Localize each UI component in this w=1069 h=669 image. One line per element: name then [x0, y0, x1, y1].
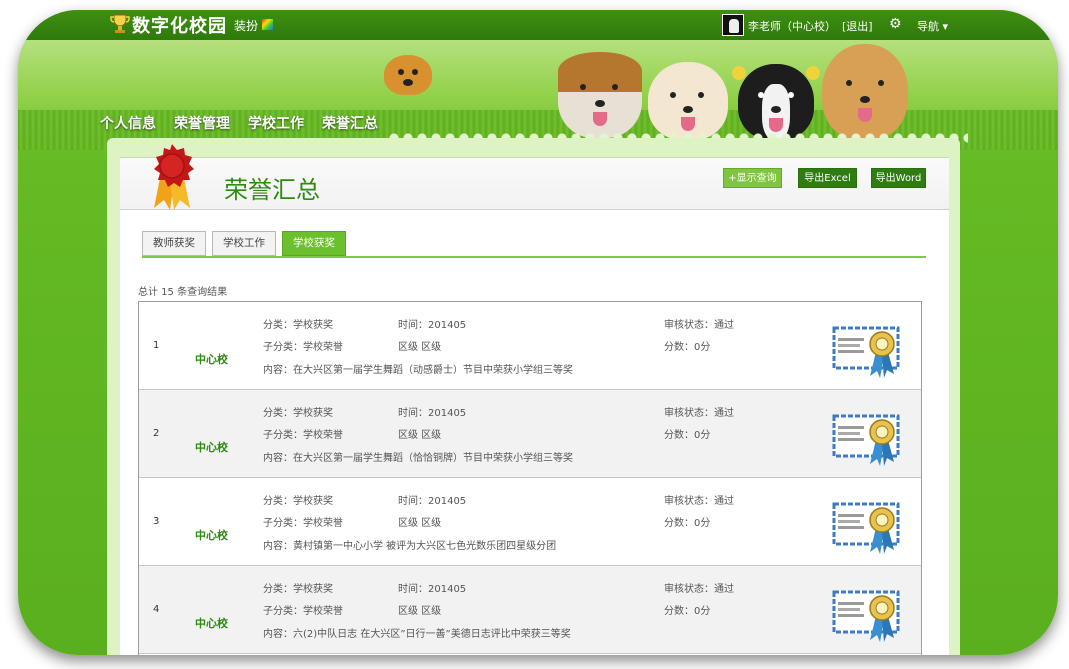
export-excel-button[interactable]: 导出Excel: [798, 168, 857, 188]
content-panel: 荣誉汇总 +显示查询 导出Excel 导出Word 教师获奖 学校工作 学校获奖…: [107, 138, 960, 655]
content-inner: 荣誉汇总 +显示查询 导出Excel 导出Word 教师获奖 学校工作 学校获奖…: [120, 144, 949, 655]
dog-image: [648, 62, 728, 140]
nav-personal-info[interactable]: 个人信息: [100, 113, 156, 133]
top-bar: 数字化校园 装扮 李老师（中心校） [退出] ⚙ 导航 ▾: [18, 10, 1058, 40]
records-list: 1 中心校 分类：学校获奖 时间：201405 审核状态：通过 子分类：学校荣誉…: [138, 301, 922, 655]
record-time: 时间：201405: [398, 408, 467, 419]
record-row: 2 中心校 分类：学校获奖 时间：201405 审核状态：通过 子分类：学校荣誉…: [139, 390, 921, 478]
record-school[interactable]: 中心校: [195, 439, 228, 455]
skin-link[interactable]: 装扮: [234, 17, 258, 34]
main-nav: 个人信息 荣誉管理 学校工作 荣誉汇总: [100, 113, 378, 133]
tab-school-awards[interactable]: 学校获奖: [282, 231, 346, 256]
record-number: 1: [153, 340, 160, 351]
record-status: 审核状态：通过: [664, 320, 734, 331]
certificate-icon[interactable]: [832, 498, 900, 554]
category-tabs: 教师获奖 学校工作 学校获奖: [142, 231, 346, 256]
record-time: 时间：201405: [398, 496, 467, 507]
record-school[interactable]: 中心校: [195, 615, 228, 631]
record-content: 内容：在大兴区第一届学生舞蹈（恰恰铜牌）节目中荣获小学组三等奖: [263, 453, 573, 464]
record-content: 内容：黄村镇第一中心小学 被评为大兴区七色光数乐团四星级分团: [263, 541, 557, 552]
trophy-logo-icon: [110, 14, 130, 33]
page-header: 荣誉汇总 +显示查询 导出Excel 导出Word: [120, 144, 949, 210]
record-content: 内容：六(2)中队日志 在大兴区”日行一善”美德日志评比中荣获三等奖: [263, 629, 571, 640]
record-school[interactable]: 中心校: [195, 527, 228, 543]
record-subcategory: 子分类：学校荣誉: [263, 606, 343, 617]
record-score: 分数：0分: [664, 430, 711, 441]
nav-honor-management[interactable]: 荣誉管理: [174, 113, 230, 133]
record-subcategory: 子分类：学校荣誉: [263, 342, 343, 353]
result-count: 总计 15 条查询结果: [138, 287, 228, 298]
dog-image: [558, 52, 642, 138]
app-frame: 数字化校园 装扮 李老师（中心校） [退出] ⚙ 导航 ▾ 个人信息 荣誉管理 …: [18, 10, 1058, 655]
record-score: 分数：0分: [664, 342, 711, 353]
gear-icon[interactable]: ⚙: [889, 16, 902, 32]
record-content: 内容：在大兴区第一届学生舞蹈（动感爵士）节目中荣获小学组三等奖: [263, 365, 573, 376]
record-subcategory: 子分类：学校荣誉: [263, 518, 343, 529]
record-number: 3: [153, 516, 160, 527]
nav-menu-dropdown[interactable]: 导航 ▾: [917, 18, 948, 34]
record-status: 审核状态：通过: [664, 408, 734, 419]
show-query-button[interactable]: +显示查询: [723, 168, 782, 188]
nav-school-work[interactable]: 学校工作: [248, 113, 304, 133]
app-logo-text[interactable]: 数字化校园: [132, 12, 227, 38]
record-score: 分数：0分: [664, 606, 711, 617]
logout-link[interactable]: [退出]: [842, 18, 873, 34]
record-category: 分类：学校获奖: [263, 496, 333, 507]
medal-icon: [154, 144, 194, 210]
avatar[interactable]: [722, 14, 744, 36]
dog-image: [732, 64, 820, 140]
record-status: 审核状态：通过: [664, 496, 734, 507]
record-score: 分数：0分: [664, 518, 711, 529]
certificate-icon[interactable]: [832, 322, 900, 378]
record-status: 审核状态：通过: [664, 584, 734, 595]
record-row: 1 中心校 分类：学校获奖 时间：201405 审核状态：通过 子分类：学校荣誉…: [139, 302, 921, 390]
dog-image: [384, 55, 432, 95]
record-level: 区级 区级: [398, 518, 442, 529]
record-subcategory: 子分类：学校荣誉: [263, 430, 343, 441]
page-title: 荣誉汇总: [224, 176, 320, 204]
record-level: 区级 区级: [398, 342, 442, 353]
record-category: 分类：学校获奖: [263, 408, 333, 419]
tab-school-work[interactable]: 学校工作: [212, 231, 276, 256]
record-category: 分类：学校获奖: [263, 584, 333, 595]
tab-teacher-awards[interactable]: 教师获奖: [142, 231, 206, 256]
record-category: 分类：学校获奖: [263, 320, 333, 331]
certificate-icon[interactable]: [832, 586, 900, 642]
dog-image: [822, 44, 908, 140]
palette-icon[interactable]: [262, 19, 273, 30]
certificate-icon[interactable]: [832, 410, 900, 466]
nav-honor-summary[interactable]: 荣誉汇总: [322, 113, 378, 133]
record-school[interactable]: 中心校: [195, 351, 228, 367]
record-level: 区级 区级: [398, 430, 442, 441]
record-time: 时间：201405: [398, 320, 467, 331]
record-row: 4 中心校 分类：学校获奖 时间：201405 审核状态：通过 子分类：学校荣誉…: [139, 566, 921, 654]
user-name: 李老师（中心校）: [748, 20, 836, 33]
tab-underline: [142, 256, 926, 258]
record-number: 4: [153, 604, 160, 615]
record-time: 时间：201405: [398, 584, 467, 595]
record-level: 区级 区级: [398, 606, 442, 617]
record-row: 3 中心校 分类：学校获奖 时间：201405 审核状态：通过 子分类：学校荣誉…: [139, 478, 921, 566]
record-number: 2: [153, 428, 160, 439]
export-word-button[interactable]: 导出Word: [871, 168, 926, 188]
